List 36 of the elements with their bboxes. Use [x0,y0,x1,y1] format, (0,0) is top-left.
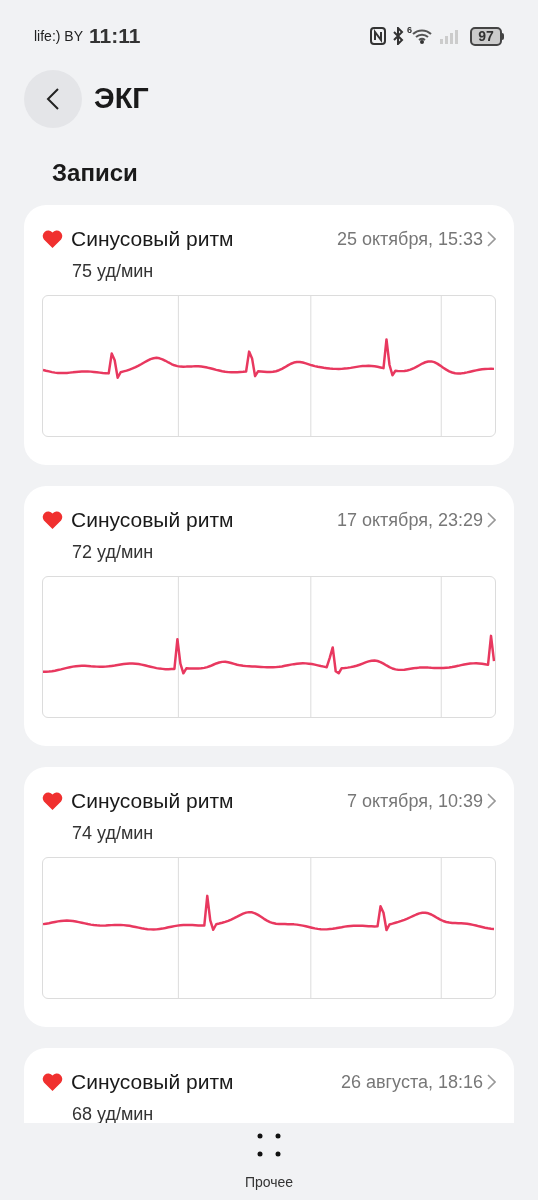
heart-icon [42,511,63,529]
rhythm-label: Синусовый ритм [71,1069,234,1096]
chevron-icon [487,512,496,528]
record-card[interactable]: Синусовый ритм 25 октября, 15:33 75 уд/мин [24,205,514,465]
record-card[interactable]: Синусовый ритм 17 октября, 23:29 72 уд/мин [24,486,514,746]
heart-rate: 75 уд/мин [72,260,155,282]
more-icon [257,1133,281,1157]
record-datetime: 7 октября, 10:39 [347,789,483,813]
rhythm-label: Синусовый ритм [71,788,234,815]
rhythm-label: Синусовый ритм [71,507,234,534]
record-datetime: 26 августа, 18:16 [340,1070,483,1094]
bluetooth-icon [392,27,404,45]
wifi-icon [412,28,432,44]
network-label: 6 [407,24,412,37]
record-datetime: 25 октября, 15:33 [337,227,483,251]
heart-rate: 74 уд/мин [72,822,155,844]
record-card[interactable]: Синусовый ритм 26 августа, 18:16 68 уд/мин [24,1048,514,1123]
carrier-name: life:) BY [34,26,83,46]
record-card[interactable]: Синусовый ритм 7 октября, 10:39 74 уд/мин [24,767,514,1027]
clock: 11:11 [89,23,141,50]
rhythm-label: Синусовый ритм [71,226,234,253]
back-icon [46,87,60,111]
more-button[interactable]: Прочее [244,1133,294,1193]
chevron-icon [487,793,496,809]
nfc-icon [370,27,386,45]
record-datetime: 17 октября, 23:29 [337,508,483,532]
page-title: ЭКГ [94,81,149,117]
chevron-icon [487,1074,496,1090]
heart-rate: 68 уд/мин [72,1103,155,1123]
heart-rate: 72 уд/мин [72,541,155,563]
chevron-icon [487,231,496,247]
heart-icon [42,792,63,810]
battery-level: 97 [470,26,502,46]
heart-icon [42,230,63,248]
section-title: Записи [52,158,139,188]
heart-icon [42,1073,63,1091]
